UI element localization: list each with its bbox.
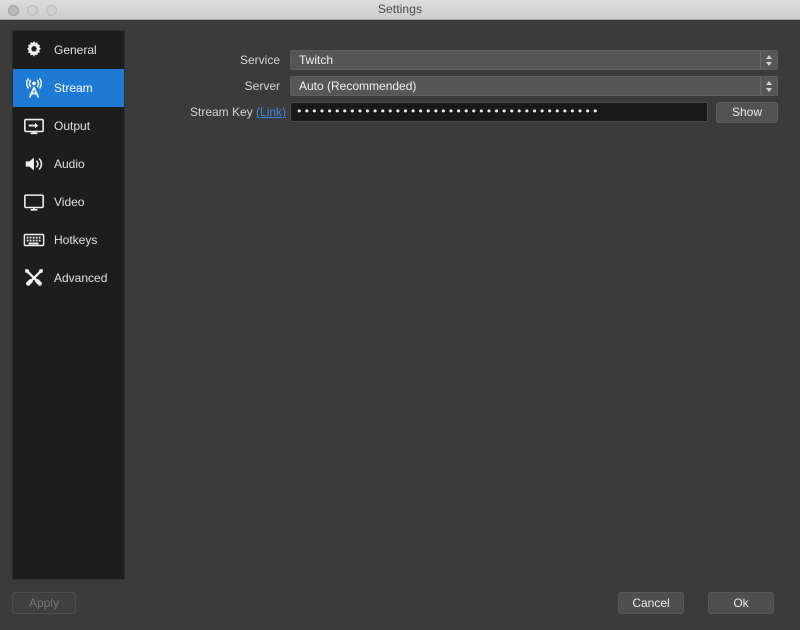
server-select[interactable]: Auto (Recommended) [290,76,778,96]
gear-icon [22,38,46,62]
service-value: Twitch [299,53,334,67]
sidebar-item-label: Audio [54,157,85,171]
apply-button[interactable]: Apply [12,592,76,614]
sidebar-item-advanced[interactable]: Advanced [13,259,124,297]
sidebar-item-label: Stream [54,81,93,95]
stream-key-label-text: Stream Key [190,105,253,119]
server-label: Server [244,79,280,93]
monitor-icon [22,190,46,214]
sidebar-item-label: Advanced [54,271,108,285]
stream-key-row: Stream Key (Link) ••••••••••••••••••••••… [190,101,778,123]
settings-sidebar: General Stream Output Audio Video Hotkey… [12,30,125,580]
sidebar-item-audio[interactable]: Audio [13,145,124,183]
window-title: Settings [377,2,423,16]
stream-key-link[interactable]: (Link) [256,105,286,119]
stream-settings-pane: Service Twitch Server Auto (Recommended) [130,24,800,578]
service-row: Service Twitch [190,50,778,70]
sidebar-item-output[interactable]: Output [13,107,124,145]
tools-icon [22,266,46,290]
sidebar-item-label: Hotkeys [54,233,98,247]
sidebar-item-video[interactable]: Video [13,183,124,221]
sidebar-item-general[interactable]: General [13,31,124,69]
monitor-arrow-icon [22,114,46,138]
server-value: Auto (Recommended) [299,79,417,93]
speaker-icon [22,152,46,176]
sidebar-item-label: Output [54,119,91,133]
settings-window: Settings General Stream Output Audio Vid… [0,0,800,630]
service-select[interactable]: Twitch [290,50,778,70]
stream-key-masked-value: •••••••••••••••••••••••••••••••••••••••• [296,105,600,118]
sidebar-item-hotkeys[interactable]: Hotkeys [13,221,124,259]
cancel-button[interactable]: Cancel [618,592,684,614]
show-stream-key-button[interactable]: Show [716,101,778,123]
service-label: Service [239,53,280,67]
sidebar-item-stream[interactable]: Stream [13,69,124,107]
server-row: Server Auto (Recommended) [190,76,778,96]
stream-key-label: Stream Key (Link) [190,105,290,119]
chevron-updown-icon[interactable] [760,51,777,69]
sidebar-item-label: General [54,43,97,57]
chevron-updown-icon[interactable] [760,77,777,95]
sidebar-item-label: Video [54,195,85,209]
stream-key-input[interactable]: •••••••••••••••••••••••••••••••••••••••• [290,102,708,122]
keyboard-icon [22,228,46,252]
dialog-footer: Apply Cancel Ok [0,578,800,630]
ok-button[interactable]: Ok [708,592,774,614]
antenna-icon [22,76,46,100]
title-bar: Settings [0,0,800,20]
